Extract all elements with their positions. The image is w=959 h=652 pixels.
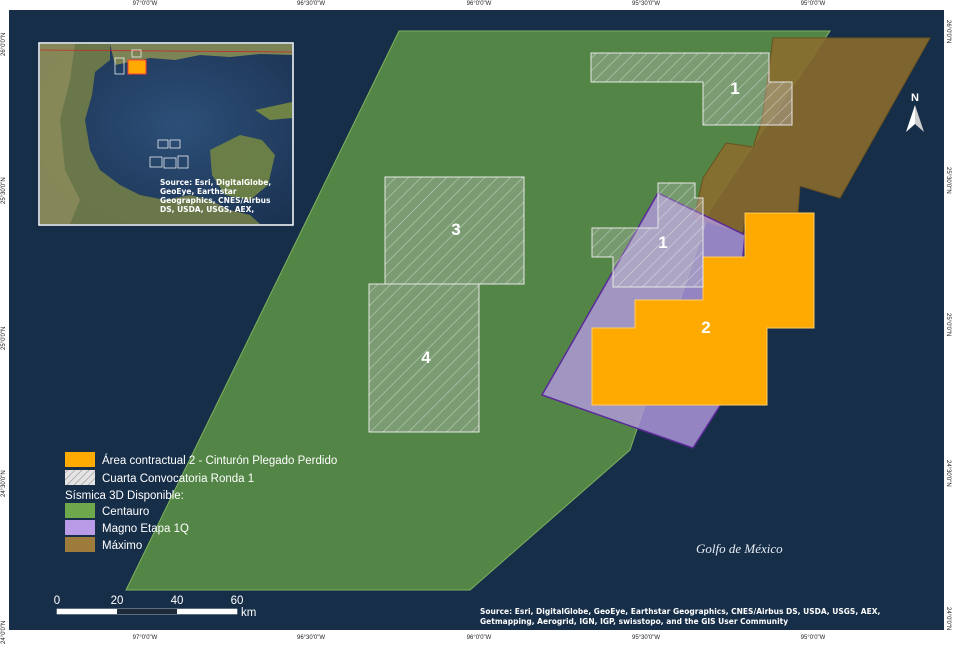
block-3-label: 3 <box>451 220 460 239</box>
scale-unit-label: km <box>241 607 256 619</box>
legend-swatch-area-contractual <box>65 452 95 467</box>
latitude-label-left: 24°30'0"N <box>1 470 7 497</box>
latitude-label-left: 24°0'0"N <box>1 620 7 644</box>
latitude-label-left: 26°0'0"N <box>1 32 7 56</box>
north-label: N <box>911 92 919 104</box>
scale-tick-label: 40 <box>171 595 184 607</box>
inset-map: Source: Esri, DigitalGlobe, GeoEye, Eart… <box>38 42 294 226</box>
latitude-label-left: 25°0'0"N <box>1 326 7 350</box>
legend-label-maximo: Máximo <box>102 540 142 552</box>
latitude-label-right: 25°0'0"N <box>945 313 951 337</box>
basemap-credits-line2: Getmapping, Aerogrid, IGN, IGP, swisstop… <box>480 617 788 626</box>
longitude-label-bottom: 95°30'0"W <box>631 635 661 641</box>
longitude-label-top: 97°0'0"W <box>132 1 158 7</box>
legend-label-centauro: Centauro <box>102 506 149 518</box>
block-4-label: 4 <box>421 348 431 367</box>
latitude-label-right: 24°30'0"N <box>945 460 951 487</box>
longitude-label-bottom: 96°0'0"W <box>466 635 492 641</box>
inset-credit-line: Geographics, CNES/Airbus <box>160 196 271 205</box>
block-1-mid-label: 1 <box>658 233 667 252</box>
latitude-label-right: 26°0'0"N <box>945 20 951 44</box>
longitude-label-bottom: 95°0'0"W <box>800 635 826 641</box>
scale-tick-label: 60 <box>231 595 244 607</box>
latitude-label-right: 25°30'0"N <box>945 167 951 194</box>
gulf-of-mexico-label: Golfo de México <box>696 541 783 556</box>
legend-label-magno: Magno Etapa 1Q <box>102 523 189 535</box>
legend-label-area-contractual: Área contractual 2 - Cinturón Plegado Pe… <box>102 454 337 467</box>
legend-swatch-magno <box>65 520 95 535</box>
legend-swatch-centauro <box>65 503 95 518</box>
latitude-label-left: 25°30'0"N <box>1 177 7 204</box>
latitude-label-right: 24°0'0"N <box>945 607 951 631</box>
inset-credit-line: DS, USDA, USGS, AEX, <box>160 205 254 214</box>
inset-credit-line: GeoEye, Earthstar <box>160 187 237 196</box>
longitude-label-top: 95°30'0"W <box>631 1 661 7</box>
longitude-label-top: 96°30'0"W <box>296 1 326 7</box>
block-1-top-label: 1 <box>730 79 739 98</box>
inset-credit-line: Source: Esri, DigitalGlobe, <box>160 178 271 187</box>
longitude-label-top: 95°0'0"W <box>800 1 826 7</box>
longitude-label-bottom: 97°0'0"W <box>132 635 158 641</box>
scale-tick-label: 20 <box>111 595 124 607</box>
block-2-label: 2 <box>701 318 710 337</box>
legend-label-cuarta-convocatoria: Cuarta Convocatoria Ronda 1 <box>102 473 254 485</box>
longitude-label-bottom: 96°30'0"W <box>296 635 326 641</box>
longitude-label-top: 96°0'0"W <box>466 1 492 7</box>
basemap-credits-line1: Source: Esri, DigitalGlobe, GeoEye, Eart… <box>480 607 880 616</box>
map-frame[interactable]: 1 1 2 3 4 Golfo de México N Source: Esri… <box>9 10 944 630</box>
legend-heading-seismic: Sísmica 3D Disponible: <box>65 490 184 502</box>
legend-swatch-maximo <box>65 537 95 552</box>
scale-tick-label: 0 <box>54 595 60 607</box>
